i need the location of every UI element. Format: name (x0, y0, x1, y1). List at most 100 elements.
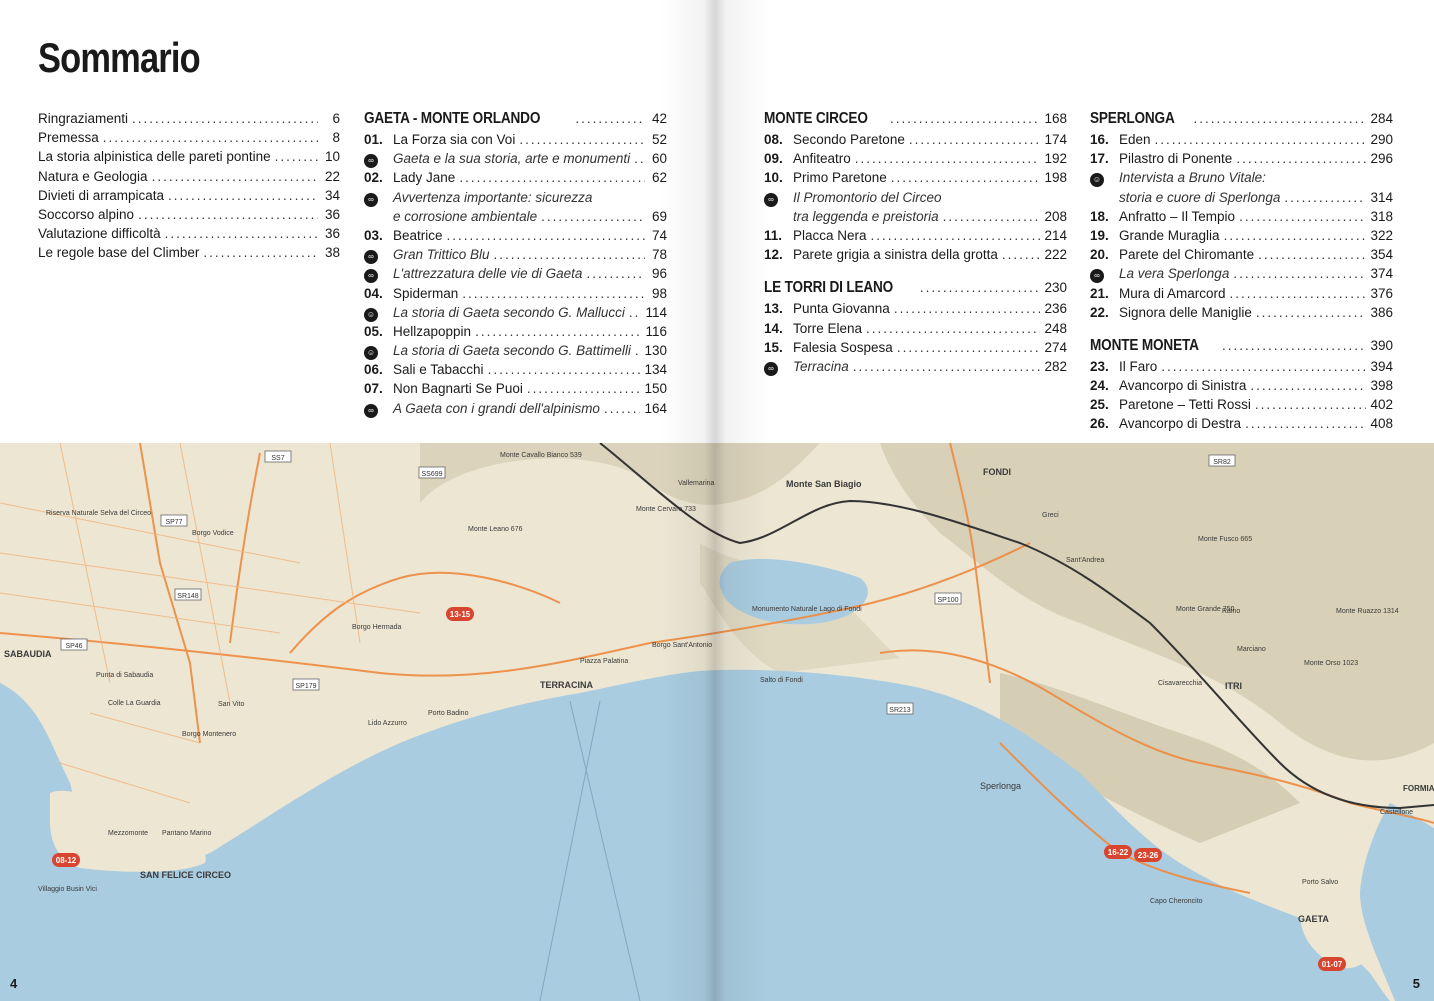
toc-entry[interactable]: 09. Anfiteatro 192 (764, 149, 1067, 168)
toc-section[interactable]: MONTE CIRCEO 168 (764, 109, 1067, 130)
toc-entry[interactable]: 19. Grande Muraglia 322 (1090, 226, 1393, 245)
toc-entry[interactable]: e corrosione ambientale 69 (364, 207, 667, 226)
route-number: 03. (364, 227, 383, 243)
map-place-label: Punta di Sabaudia (96, 672, 153, 679)
toc-entry[interactable]: ☺La storia di Gaeta secondo G. Mallucci1… (364, 303, 667, 322)
toc-section[interactable]: GAETA - MONTE ORLANDO 42 (364, 109, 667, 130)
toc-entry[interactable]: 17. Pilastro di Ponente 296 (1090, 149, 1393, 168)
toc-label: A Gaeta con i grandi dell'alpinismo (393, 400, 600, 416)
toc-entry[interactable]: Premessa 8 (38, 128, 340, 147)
road-shield: SR213 (886, 702, 914, 715)
map-place-label: GAETA (1298, 914, 1329, 924)
toc-page-number: 96 (651, 266, 667, 282)
toc-label: L'attrezzatura delle vie di Gaeta (393, 266, 583, 282)
toc-column-gaeta: GAETA - MONTE ORLANDO 42 01. La Forza sia c… (364, 109, 667, 418)
toc-entry[interactable]: 03. Beatrice 74 (364, 226, 667, 245)
toc-entry[interactable]: 04. Spiderman 98 (364, 284, 667, 303)
route-number: 23. (1090, 358, 1109, 374)
toc-entry[interactable]: 15. Falesia Sospesa 274 (764, 338, 1067, 357)
toc-entry[interactable]: La storia alpinistica delle pareti ponti… (38, 147, 340, 166)
toc-entry[interactable]: 06. Sali e Tabacchi 134 (364, 360, 667, 379)
toc-entry[interactable]: 08. Secondo Paretone 174 (764, 130, 1067, 149)
toc-entry[interactable]: ☺ Intervista a Bruno Vitale: (1090, 168, 1393, 188)
toc-label: MONTE CIRCEO (764, 110, 868, 127)
toc-page-number: 69 (651, 208, 667, 224)
toc-entry[interactable]: ∞Terracina 282 (764, 357, 1067, 376)
leader-dots (891, 168, 1041, 187)
toc-entry[interactable]: 25. Paretone – Tetti Rossi 402 (1090, 395, 1393, 414)
route-badge[interactable]: 16-22 (1104, 845, 1132, 859)
toc-entry[interactable]: ☺ La storia di Gaeta secondo G. Battimell… (364, 341, 667, 361)
road-shield: SP46 (60, 638, 88, 651)
toc-page-number: 62 (651, 170, 667, 186)
route-number: 07. (364, 381, 383, 397)
toc-entry[interactable]: 24. Avancorpo di Sinistra 398 (1090, 376, 1393, 395)
toc-section[interactable]: MONTE MONETA 390 (1090, 336, 1393, 357)
toc-label: storia e cuore di Sperlonga (1119, 189, 1281, 205)
toc-entry[interactable]: storia e cuore di Sperlonga 314 (1090, 188, 1393, 207)
toc-label: tra leggenda e preistoria (793, 208, 939, 224)
toc-entry[interactable]: 07. Non Bagnarti Se Puoi 150 (364, 379, 667, 398)
toc-entry[interactable]: Ringraziamenti 6 (38, 109, 340, 128)
toc-page-number: 42 (651, 111, 667, 126)
map-place-label: Porto Badino (428, 710, 469, 717)
leader-dots (855, 149, 1041, 168)
toc-entry[interactable]: 10. Primo Paretone 198 (764, 168, 1067, 187)
road-shield: SP100 (934, 592, 962, 605)
toc-page-number: 130 (644, 343, 667, 359)
toc-entry[interactable]: Soccorso alpino 36 (38, 205, 340, 224)
toc-entry[interactable]: ∞ Gaeta e la sua storia, arte e monumenti… (364, 149, 667, 169)
route-badge[interactable]: 23-26 (1134, 848, 1162, 862)
toc-entry[interactable]: 26. Avancorpo di Destra 408 (1090, 414, 1393, 433)
toc-entry[interactable]: 14. Torre Elena 248 (764, 319, 1067, 338)
toc-entry[interactable]: 18. Anfratto – Il Tempio 318 (1090, 207, 1393, 226)
road-shield: SS7 (264, 450, 292, 463)
leader-dots (586, 264, 645, 283)
toc-entry[interactable]: 22. Signora delle Maniglie 386 (1090, 303, 1393, 322)
toc-entry[interactable]: 02. Lady Jane 62 (364, 168, 667, 187)
toc-label: La Forza sia con Voi (393, 132, 516, 147)
map-place-label: SABAUDIA (4, 649, 52, 659)
map-place-label: Colle La Guardia (108, 700, 161, 707)
toc-entry[interactable]: Valutazione difficoltà 36 (38, 224, 340, 243)
toc-section[interactable]: SPERLONGA 284 (1090, 109, 1393, 130)
toc-entry[interactable]: ∞A Gaeta con i grandi dell'alpinismo 164 (364, 399, 667, 418)
toc-entry[interactable]: ∞Gran Trittico Blu 78 (364, 245, 667, 265)
route-badge[interactable]: 08-12 (52, 853, 80, 867)
toc-entry[interactable]: 16. Eden 290 (1090, 130, 1393, 149)
toc-entry[interactable]: ∞ Avvertenza importante: sicurezza (364, 188, 667, 207)
leader-dots (1239, 207, 1366, 226)
toc-entry[interactable]: 11. Placca Nera 214 (764, 226, 1067, 245)
route-number: 02. (364, 170, 383, 186)
route-badge[interactable]: 01-07 (1318, 957, 1346, 971)
toc-entry[interactable]: ∞La vera Sperlonga374 (1090, 264, 1393, 284)
map-place-label: FORMIA (1403, 784, 1434, 793)
leader-dots (488, 360, 641, 379)
route-number: 24. (1090, 378, 1109, 394)
toc-entry[interactable]: Natura e Geologia 22 (38, 167, 340, 186)
toc-page-number: 34 (324, 187, 340, 203)
toc-entry[interactable]: Divieti di arrampicata 34 (38, 186, 340, 205)
toc-entry[interactable]: 01. La Forza sia con Voi 52 (364, 130, 667, 149)
toc-entry[interactable]: 12. Parete grigia a sinistra della grotta… (764, 245, 1067, 264)
toc-page-number: 208 (1044, 208, 1067, 224)
toc-page-number: 78 (651, 247, 667, 263)
toc-entry[interactable]: 05. Hellzapoppin 116 (364, 322, 667, 341)
toc-section[interactable]: LE TORRI DI LEANO 230 (764, 278, 1067, 299)
map-place-label: Pantano Marino (162, 830, 212, 837)
route-badge[interactable]: 13-15 (446, 607, 474, 621)
toc-entry[interactable]: tra leggenda e preistoria 208 (764, 207, 1067, 226)
road-shield: SP77 (160, 514, 188, 527)
map-place-label: Monte Fusco 665 (1198, 536, 1252, 543)
toc-label: Intervista a Bruno Vitale: (1119, 170, 1266, 186)
leader-dots (575, 109, 645, 128)
toc-entry[interactable]: 21. Mura di Amarcord 376 (1090, 284, 1393, 303)
route-number: 11. (764, 227, 783, 243)
toc-entry[interactable]: 20. Parete del Chiromante 354 (1090, 245, 1393, 264)
toc-entry[interactable]: ∞L'attrezzatura delle vie di Gaeta96 (364, 264, 667, 284)
rope-icon: ∞ (764, 359, 793, 378)
toc-entry[interactable]: Le regole base del Climber 38 (38, 243, 340, 262)
toc-entry[interactable]: 13. Punta Giovanna 236 (764, 299, 1067, 318)
toc-entry[interactable]: ∞ Il Promontorio del Circeo (764, 188, 1067, 207)
toc-entry[interactable]: 23. Il Faro 394 (1090, 357, 1393, 376)
